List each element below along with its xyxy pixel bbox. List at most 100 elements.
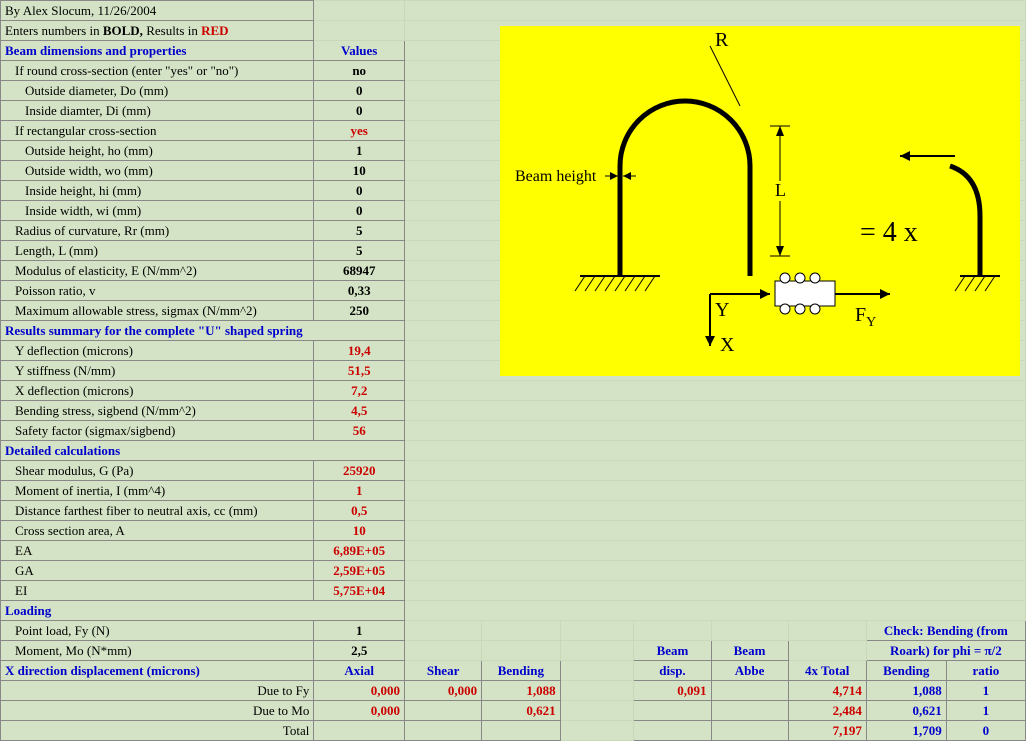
x-axis-label: X bbox=[720, 334, 735, 356]
ea-label: EA bbox=[1, 541, 314, 561]
bending-header: Bending bbox=[482, 661, 560, 681]
l-label-diagram: L bbox=[775, 180, 786, 200]
mo-abbe bbox=[711, 701, 788, 721]
xdefl-result: 7,2 bbox=[314, 381, 405, 401]
check-ratio-header: ratio bbox=[946, 661, 1025, 681]
a-label: Cross section area, A bbox=[1, 521, 314, 541]
fy-disp: 0,091 bbox=[634, 681, 711, 701]
ei-label: EI bbox=[1, 581, 314, 601]
wi-input[interactable]: 0 bbox=[314, 201, 405, 221]
xdefl-label: X deflection (microns) bbox=[1, 381, 314, 401]
due-fy-label: Due to Fy bbox=[1, 681, 314, 701]
ga-result: 2,59E+05 bbox=[314, 561, 405, 581]
total-total: 7,197 bbox=[788, 721, 866, 741]
rect-result: yes bbox=[314, 121, 405, 141]
e-label: Modulus of elasticity, E (N/mm^2) bbox=[1, 261, 314, 281]
g-result: 25920 bbox=[314, 461, 405, 481]
x4total-header: 4x Total bbox=[788, 661, 866, 681]
total-label: Total bbox=[1, 721, 314, 741]
axial-header: Axial bbox=[314, 661, 405, 681]
author-line: By Alex Slocum, 11/26/2004 bbox=[1, 1, 314, 21]
fy-total: 4,714 bbox=[788, 681, 866, 701]
check-header-2: Roark) for phi = π/2 bbox=[866, 641, 1025, 661]
bend-result: 4,5 bbox=[314, 401, 405, 421]
fy-force-label: FY bbox=[855, 304, 876, 330]
l-input[interactable]: 5 bbox=[314, 241, 405, 261]
values-header: Values bbox=[314, 41, 405, 61]
fy-cratio: 1 bbox=[946, 681, 1025, 701]
sf-label: Safety factor (sigmax/sigbend) bbox=[1, 421, 314, 441]
di-input[interactable]: 0 bbox=[314, 101, 405, 121]
dims-title: Beam dimensions and properties bbox=[1, 41, 314, 61]
e-input[interactable]: 68947 bbox=[314, 261, 405, 281]
ga-label: GA bbox=[1, 561, 314, 581]
ei-result: 5,75E+04 bbox=[314, 581, 405, 601]
fy-cbend: 1,088 bbox=[866, 681, 946, 701]
total-cratio: 0 bbox=[946, 721, 1025, 741]
ystiff-result: 51,5 bbox=[314, 361, 405, 381]
wo-label: Outside width, wo (mm) bbox=[1, 161, 314, 181]
round-input[interactable]: no bbox=[314, 61, 405, 81]
mo-cbend: 0,621 bbox=[866, 701, 946, 721]
total-cbend: 1,709 bbox=[866, 721, 946, 741]
beam-height-label: Beam height bbox=[515, 168, 597, 185]
wo-input[interactable]: 10 bbox=[314, 161, 405, 181]
ydefl-label: Y deflection (microns) bbox=[1, 341, 314, 361]
results-title: Results summary for the complete "U" sha… bbox=[1, 321, 405, 341]
diagram: R Beam height L Y FY X = 4 x bbox=[500, 26, 1020, 376]
do-label: Outside diameter, Do (mm) bbox=[1, 81, 314, 101]
sf-result: 56 bbox=[314, 421, 405, 441]
mo-cratio: 1 bbox=[946, 701, 1025, 721]
check-bending-header: Bending bbox=[866, 661, 946, 681]
di-label: Inside diamter, Di (mm) bbox=[1, 101, 314, 121]
shear-header: Shear bbox=[405, 661, 482, 681]
bend-label: Bending stress, sigbend (N/mm^2) bbox=[1, 401, 314, 421]
a-result: 10 bbox=[314, 521, 405, 541]
cc-label: Distance farthest fiber to neutral axis,… bbox=[1, 501, 314, 521]
l-label: Length, L (mm) bbox=[1, 241, 314, 261]
mo-input[interactable]: 2,5 bbox=[314, 641, 405, 661]
beam-disp-h1: Beam bbox=[634, 641, 711, 661]
do-input[interactable]: 0 bbox=[314, 81, 405, 101]
ea-result: 6,89E+05 bbox=[314, 541, 405, 561]
fy-axial: 0,000 bbox=[314, 681, 405, 701]
v-label: Poisson ratio, v bbox=[1, 281, 314, 301]
fy-input[interactable]: 1 bbox=[314, 621, 405, 641]
round-label: If round cross-section (enter "yes" or "… bbox=[1, 61, 314, 81]
instructions: Enters numbers in BOLD, Results in RED bbox=[1, 21, 314, 41]
ystiff-label: Y stiffness (N/mm) bbox=[1, 361, 314, 381]
mo-bending: 0,621 bbox=[482, 701, 560, 721]
eq-4x-label: = 4 x bbox=[860, 217, 918, 248]
wi-label: Inside width, wi (mm) bbox=[1, 201, 314, 221]
i-label: Moment of inertia, I (mm^4) bbox=[1, 481, 314, 501]
beam-disp-h2: disp. bbox=[634, 661, 711, 681]
mo-shear bbox=[405, 701, 482, 721]
r-label: R bbox=[715, 29, 729, 51]
ho-input[interactable]: 1 bbox=[314, 141, 405, 161]
spring-diagram-svg: R Beam height L Y FY X = 4 x bbox=[500, 26, 1020, 376]
mo-label: Moment, Mo (N*mm) bbox=[1, 641, 314, 661]
rr-input[interactable]: 5 bbox=[314, 221, 405, 241]
sig-input[interactable]: 250 bbox=[314, 301, 405, 321]
mo-disp bbox=[634, 701, 711, 721]
v-input[interactable]: 0,33 bbox=[314, 281, 405, 301]
ydefl-result: 19,4 bbox=[314, 341, 405, 361]
fy-bending: 1,088 bbox=[482, 681, 560, 701]
fy-abbe bbox=[711, 681, 788, 701]
hi-label: Inside height, hi (mm) bbox=[1, 181, 314, 201]
hi-input[interactable]: 0 bbox=[314, 181, 405, 201]
mo-axial: 0,000 bbox=[314, 701, 405, 721]
mo-total: 2,484 bbox=[788, 701, 866, 721]
sig-label: Maximum allowable stress, sigmax (N/mm^2… bbox=[1, 301, 314, 321]
g-label: Shear modulus, G (Pa) bbox=[1, 461, 314, 481]
ho-label: Outside height, ho (mm) bbox=[1, 141, 314, 161]
xdisp-title: X direction displacement (microns) bbox=[1, 661, 314, 681]
cc-result: 0,5 bbox=[314, 501, 405, 521]
beam-abbe-h2: Abbe bbox=[711, 661, 788, 681]
rect-label: If rectangular cross-section bbox=[1, 121, 314, 141]
detailed-title: Detailed calculations bbox=[1, 441, 405, 461]
fy-shear: 0,000 bbox=[405, 681, 482, 701]
y-axis-label: Y bbox=[715, 299, 729, 321]
fy-label: Point load, Fy (N) bbox=[1, 621, 314, 641]
beam-abbe-h1: Beam bbox=[711, 641, 788, 661]
